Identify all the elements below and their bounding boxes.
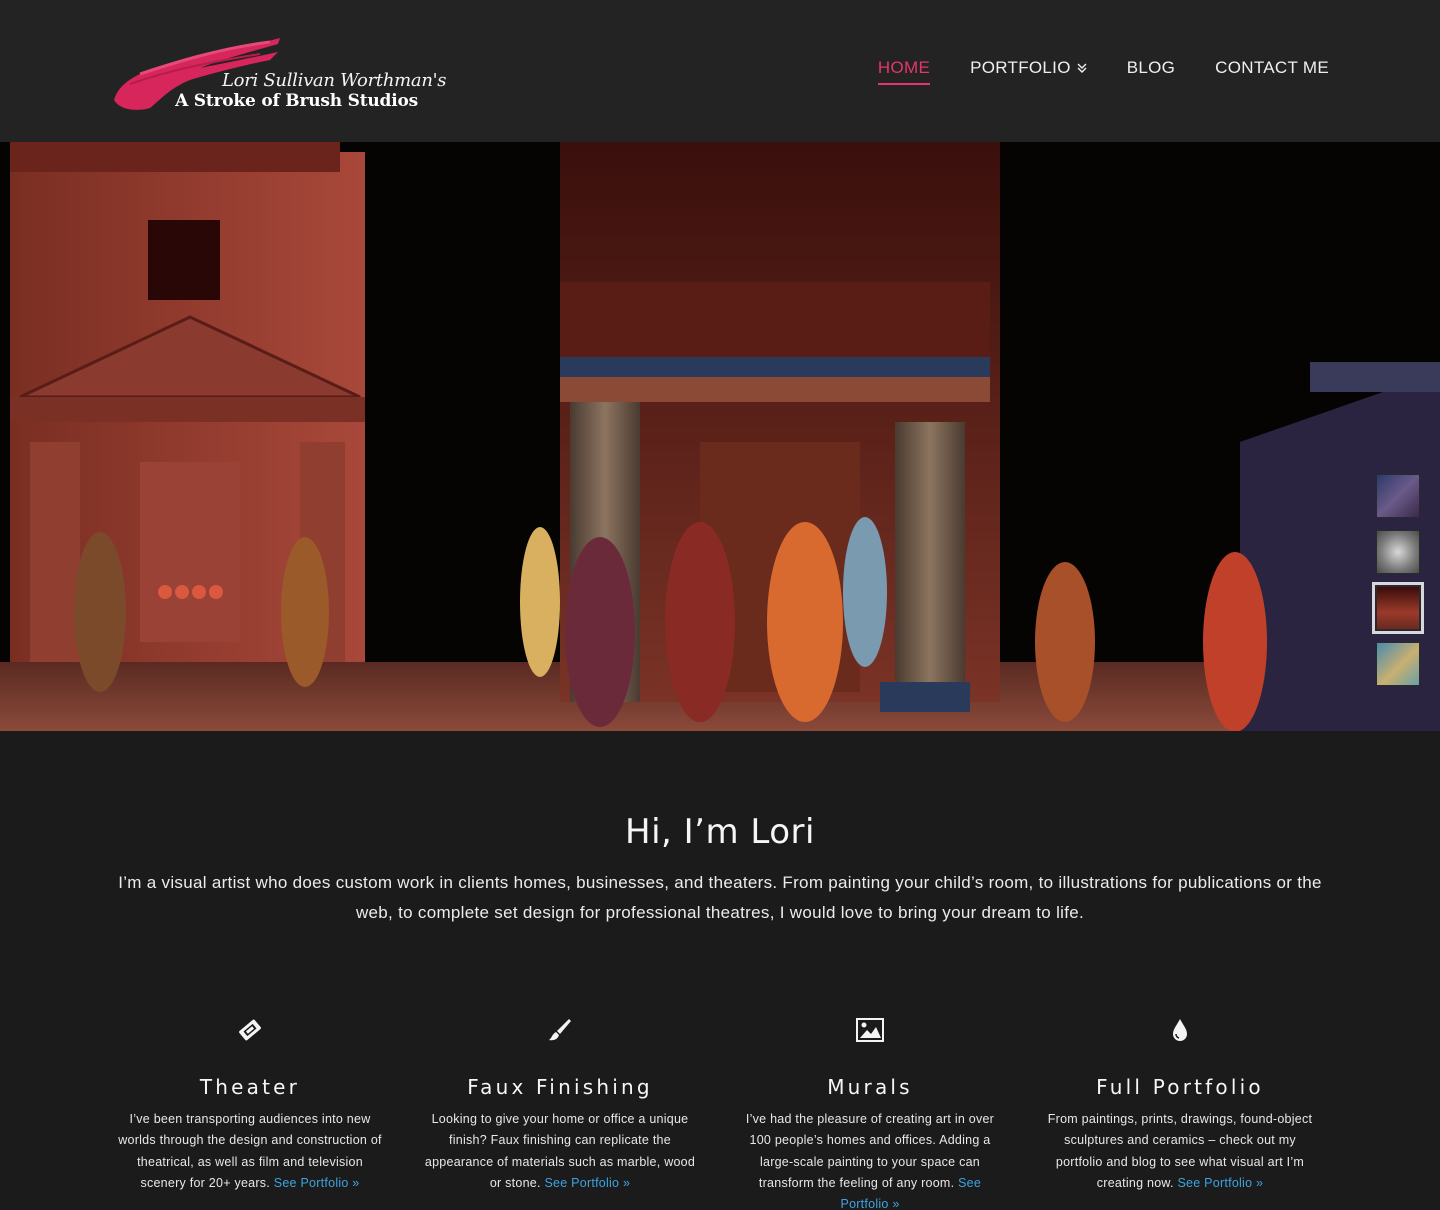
intro-section: Hi, I’m Lori I’m a visual artist who doe…	[0, 812, 1440, 928]
feature-murals-text: I’ve had the pleasure of creating art in…	[734, 1109, 1006, 1210]
nav-contact-label: CONTACT ME	[1215, 58, 1329, 77]
feature-murals-title: Murals	[827, 1075, 913, 1099]
feature-full-portfolio: Full Portfolio From paintings, prints, d…	[1033, 1012, 1327, 1210]
site-logo[interactable]: Lori Sullivan Worthman's A Stroke of Bru…	[110, 34, 447, 116]
picture-icon	[723, 1012, 1017, 1048]
slide-thumbnail-4[interactable]	[1376, 642, 1420, 686]
intro-text: I’m a visual artist who does custom work…	[118, 873, 1322, 922]
feature-faux-text: Looking to give your home or office a un…	[424, 1109, 696, 1194]
nav-home[interactable]: HOME	[877, 58, 931, 85]
slide-thumbnail-1[interactable]	[1376, 474, 1420, 518]
double-chevron-down-icon	[1077, 58, 1087, 78]
feature-murals: Murals I’ve had the pleasure of creating…	[723, 1012, 1017, 1210]
feature-portfolio-text: From paintings, prints, drawings, found-…	[1044, 1109, 1316, 1194]
feature-faux-finishing: Faux Finishing Looking to give your home…	[413, 1012, 707, 1210]
nav-contact[interactable]: CONTACT ME	[1215, 58, 1329, 84]
nav-portfolio-label: PORTFOLIO	[970, 58, 1071, 77]
slide-thumbnail-2[interactable]	[1376, 530, 1420, 574]
intro-heading: Hi, I’m Lori	[625, 812, 815, 852]
features-row: Theater I’ve been transporting audiences…	[103, 1012, 1343, 1210]
hero-stage-photo	[0, 142, 1440, 731]
feature-theater-link[interactable]: See Portfolio »	[274, 1176, 360, 1190]
feature-portfolio-title: Full Portfolio	[1096, 1075, 1264, 1099]
nav-portfolio[interactable]: PORTFOLIO	[970, 58, 1087, 84]
logo-line-1: Lori Sullivan Worthman's	[222, 70, 447, 91]
feature-theater-title: Theater	[199, 1075, 301, 1099]
logo-line-2: A Stroke of Brush Studios	[175, 91, 418, 111]
feature-murals-body: I’ve had the pleasure of creating art in…	[745, 1112, 995, 1190]
feature-faux-title: Faux Finishing	[467, 1075, 653, 1099]
tint-drop-icon	[1033, 1012, 1327, 1048]
main-nav: HOME PORTFOLIO BLOG CONTACT ME	[877, 58, 1329, 85]
site-header: Lori Sullivan Worthman's A Stroke of Bru…	[0, 0, 1440, 142]
hero-slider	[0, 142, 1440, 731]
nav-blog-label: BLOG	[1126, 58, 1176, 77]
nav-home-label: HOME	[877, 58, 931, 77]
ticket-icon	[103, 1012, 397, 1048]
slider-thumbnails	[1372, 474, 1424, 698]
feature-faux-link[interactable]: See Portfolio »	[544, 1176, 630, 1190]
feature-portfolio-link[interactable]: See Portfolio »	[1177, 1176, 1263, 1190]
slide-thumbnail-3[interactable]	[1372, 582, 1424, 634]
feature-theater-text: I’ve been transporting audiences into ne…	[114, 1109, 386, 1194]
paint-brush-icon	[413, 1012, 707, 1048]
feature-theater: Theater I’ve been transporting audiences…	[103, 1012, 397, 1210]
nav-blog[interactable]: BLOG	[1127, 58, 1175, 84]
